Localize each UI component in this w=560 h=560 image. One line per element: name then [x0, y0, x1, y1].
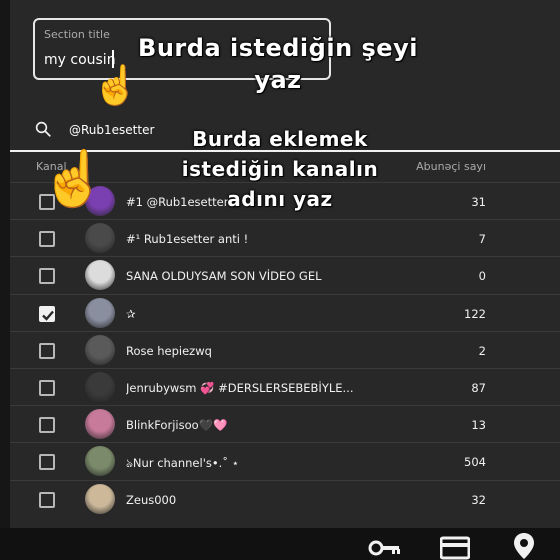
channel-avatar: [85, 484, 115, 514]
channel-row[interactable]: ঌNur channel's•.˚ ⋆ 504: [10, 443, 560, 480]
key-icon[interactable]: [368, 536, 402, 560]
check-icon: [42, 310, 54, 321]
subscriber-count: 31: [471, 195, 486, 209]
subscriber-count: 7: [478, 232, 486, 246]
channel-row[interactable]: BlinkForjisoo🖤🩷 13: [10, 406, 560, 443]
subscriber-count: 122: [464, 307, 486, 321]
channel-checkbox[interactable]: [39, 306, 55, 322]
channel-name: Zeus000: [126, 493, 177, 507]
channel-row[interactable]: #¹ Rub1esetter anti ! 7: [10, 220, 560, 257]
channel-avatar: [85, 409, 115, 439]
channel-name: SANA OLDUYSAM SON VİDEO GEL: [126, 269, 322, 283]
channel-row[interactable]: Rose hepiezwq 2: [10, 332, 560, 369]
channel-checkbox[interactable]: [39, 492, 55, 508]
overlay-caption-top-line2: yaz: [254, 66, 302, 94]
overlay-caption-middle-line3: adını yaz: [227, 187, 333, 211]
channel-name: #¹ Rub1esetter anti !: [126, 232, 249, 246]
overlay-caption-middle-line2: istediğin kanalın: [181, 157, 379, 181]
channel-row[interactable]: SANA OLDUYSAM SON VİDEO GEL 0: [10, 257, 560, 294]
channel-name: ঌNur channel's•.˚ ⋆: [126, 456, 239, 470]
overlay-caption-top-line1: Burda istediğin şeyi: [138, 34, 418, 62]
pointing-hand-icon: ☝️: [92, 63, 140, 107]
channel-row[interactable]: Jenrubywsm 💞 #DERSLERSEBEBİYLE... 87: [10, 369, 560, 406]
channel-avatar: [85, 335, 115, 365]
channel-checkbox[interactable]: [39, 454, 55, 470]
channel-name: BlinkForjisoo🖤🩷: [126, 418, 228, 432]
channel-checkbox[interactable]: [39, 417, 55, 433]
overlay-caption-middle-line1: Burda eklemek: [192, 127, 368, 151]
channel-name: ✰: [126, 307, 136, 321]
channel-name: Rose hepiezwq: [126, 344, 212, 358]
channel-checkbox[interactable]: [39, 343, 55, 359]
subscriber-count: 13: [471, 418, 486, 432]
channel-checkbox[interactable]: [39, 231, 55, 247]
search-icon[interactable]: [34, 120, 52, 138]
channel-avatar: [85, 298, 115, 328]
column-header-subscribers: Abunəçi sayı: [416, 160, 486, 173]
location-pin-icon[interactable]: [512, 532, 536, 560]
overlay-caption-top: Burda istediğin şeyi yaz: [128, 32, 428, 96]
card-icon[interactable]: [440, 536, 470, 560]
section-title-label: Section title: [44, 28, 110, 41]
channel-avatar: [85, 223, 115, 253]
pointing-hand-icon: ☝️: [40, 147, 108, 210]
bottom-nav: [0, 528, 560, 560]
subscriber-count: 32: [471, 493, 486, 507]
channel-row[interactable]: ✰ 122: [10, 295, 560, 332]
channel-avatar: [85, 446, 115, 476]
subscriber-count: 87: [471, 381, 486, 395]
channel-search-input[interactable]: @Rub1esetter: [69, 123, 154, 137]
channel-row[interactable]: Zeus000 32: [10, 481, 560, 518]
channel-name: Jenrubywsm 💞 #DERSLERSEBEBİYLE...: [126, 381, 354, 395]
channel-avatar: [85, 372, 115, 402]
overlay-caption-middle: Burda eklemek istediğin kanalın adını ya…: [170, 124, 390, 214]
channel-checkbox[interactable]: [39, 380, 55, 396]
subscriber-count: 504: [464, 455, 486, 469]
subscriber-count: 0: [478, 269, 486, 283]
screen: Section title my cousin @Rub1esetter Kan…: [0, 0, 560, 560]
channel-checkbox[interactable]: [39, 268, 55, 284]
subscriber-count: 2: [478, 344, 486, 358]
channel-avatar: [85, 260, 115, 290]
